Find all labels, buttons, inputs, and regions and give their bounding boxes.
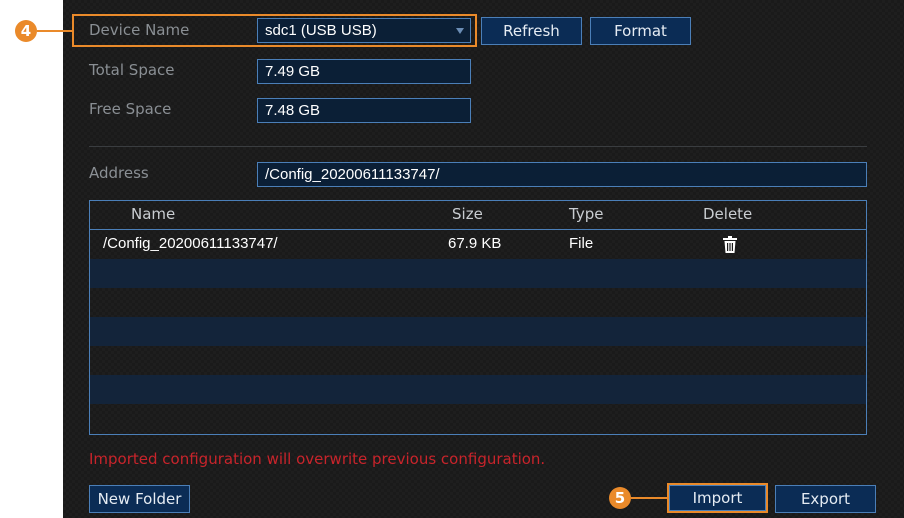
- table-row-empty: [90, 259, 866, 288]
- file-table: Name Size Type Delete /Config_2020061113…: [89, 200, 867, 435]
- table-row-empty: [90, 346, 866, 375]
- table-row[interactable]: /Config_20200611133747/ 67.9 KB File: [90, 230, 866, 259]
- device-name-label: Device Name: [89, 21, 190, 39]
- column-header-delete: Delete: [703, 205, 753, 223]
- free-space-label: Free Space: [89, 100, 172, 118]
- section-divider: [89, 146, 867, 147]
- total-space-label: Total Space: [89, 61, 175, 79]
- table-row-empty: [90, 375, 866, 404]
- format-button[interactable]: Format: [590, 17, 691, 45]
- step-4-callout: 4: [15, 20, 37, 42]
- import-button[interactable]: Import: [669, 485, 766, 511]
- column-header-name[interactable]: Name: [131, 205, 175, 223]
- device-name-select[interactable]: sdc1 (USB USB): [257, 18, 471, 43]
- table-header: Name Size Type Delete: [90, 201, 866, 230]
- chevron-down-icon: [456, 28, 464, 34]
- step-5-callout: 5: [609, 487, 631, 509]
- table-row-empty: [90, 288, 866, 317]
- total-space-field: 7.49 GB: [257, 59, 471, 84]
- row-size: 67.9 KB: [448, 235, 502, 252]
- refresh-button[interactable]: Refresh: [481, 17, 582, 45]
- overwrite-warning: Imported configuration will overwrite pr…: [89, 450, 546, 468]
- address-field[interactable]: /Config_20200611133747/: [257, 162, 867, 187]
- device-name-value: sdc1 (USB USB): [265, 22, 377, 39]
- export-button[interactable]: Export: [775, 485, 876, 513]
- row-type: File: [569, 235, 594, 252]
- step-4-callout-line: [37, 30, 73, 32]
- row-name: /Config_20200611133747/: [103, 235, 278, 252]
- free-space-field: 7.48 GB: [257, 98, 471, 123]
- address-label: Address: [89, 164, 149, 182]
- table-row-empty: [90, 404, 866, 433]
- trash-icon[interactable]: [723, 236, 737, 258]
- new-folder-button[interactable]: New Folder: [89, 485, 190, 513]
- table-row-empty: [90, 317, 866, 346]
- column-header-size[interactable]: Size: [452, 205, 483, 223]
- column-header-type[interactable]: Type: [569, 205, 603, 223]
- step-5-callout-line: [631, 497, 668, 499]
